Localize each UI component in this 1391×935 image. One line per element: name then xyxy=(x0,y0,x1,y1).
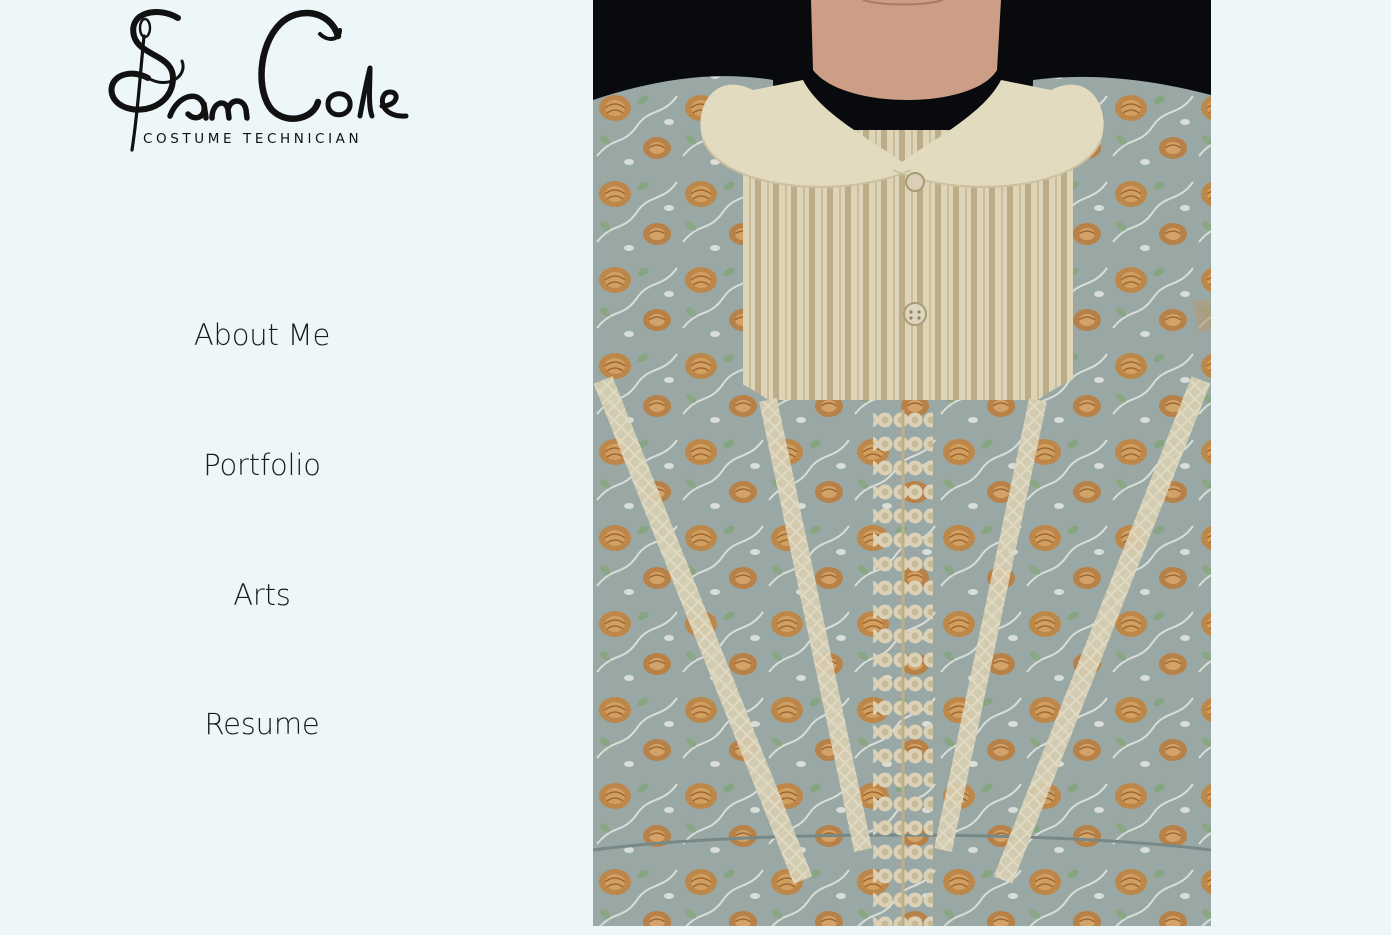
nav-about-me[interactable]: About Me xyxy=(0,318,524,352)
dress-bodice-image xyxy=(593,0,1211,926)
hero-photo xyxy=(593,0,1211,926)
logo-tagline: COSTUME TECHNICIAN xyxy=(143,131,363,147)
nav-resume[interactable]: Resume xyxy=(0,707,524,741)
nav-arts[interactable]: Arts xyxy=(0,578,524,612)
nav-portfolio[interactable]: Portfolio xyxy=(0,448,524,482)
